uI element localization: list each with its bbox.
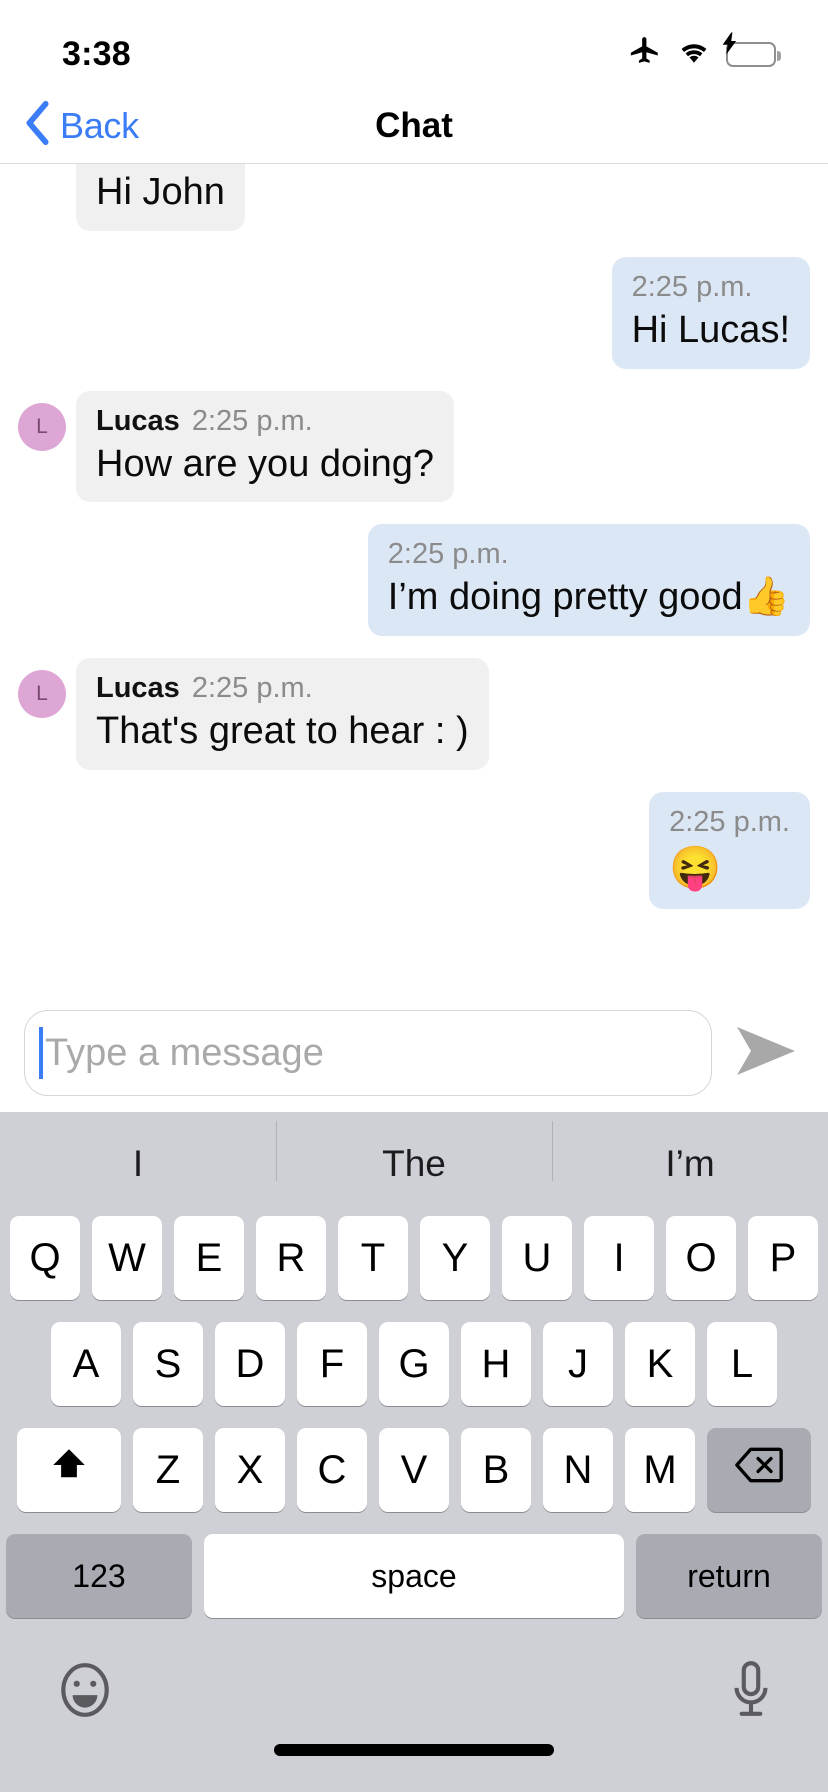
message-list[interactable]: Hi John 2:25 p.m. Hi Lucas! L Lucas 2:25 p.m.… xyxy=(0,164,828,994)
message-bubble[interactable]: Lucas 2:25 p.m. That's great to hear : ) xyxy=(76,658,489,771)
send-button[interactable] xyxy=(730,1016,804,1090)
key-r[interactable]: R xyxy=(256,1216,326,1300)
key-h[interactable]: H xyxy=(461,1322,531,1406)
message-composer: Type a message xyxy=(0,994,828,1112)
home-indicator[interactable] xyxy=(274,1744,554,1756)
message-text: Hi John xyxy=(96,171,225,213)
shift-key[interactable] xyxy=(17,1428,121,1512)
back-button-label: Back xyxy=(60,104,139,146)
message-timestamp: 2:25 p.m. xyxy=(669,806,790,839)
key-m[interactable]: M xyxy=(625,1428,695,1512)
space-key[interactable]: space xyxy=(204,1534,624,1618)
message-row: 2:25 p.m. Hi Lucas! xyxy=(18,256,810,369)
avatar[interactable]: L xyxy=(18,670,66,719)
key-p[interactable]: P xyxy=(748,1216,818,1300)
key-s[interactable]: S xyxy=(133,1322,203,1406)
return-key[interactable]: return xyxy=(636,1534,822,1618)
predictive-text-bar: I The I’m xyxy=(0,1112,828,1216)
airplane-mode-icon xyxy=(628,35,662,74)
key-l[interactable]: L xyxy=(707,1322,777,1406)
key-f[interactable]: F xyxy=(297,1322,367,1406)
key-z[interactable]: Z xyxy=(133,1428,203,1512)
key-q[interactable]: Q xyxy=(10,1216,80,1300)
dictation-button[interactable] xyxy=(728,1659,774,1726)
microphone-icon xyxy=(728,1659,774,1726)
home-indicator-area xyxy=(0,1744,828,1792)
key-a[interactable]: A xyxy=(51,1322,121,1406)
key-i[interactable]: I xyxy=(584,1216,654,1300)
message-row: 2:25 p.m. I’m doing pretty good👍 xyxy=(18,524,810,637)
avatar[interactable]: L xyxy=(18,402,66,451)
keyboard-row-4: 123 space return xyxy=(0,1534,828,1618)
status-bar: 3:38 xyxy=(0,0,828,88)
message-row: Hi John xyxy=(18,164,810,231)
numeric-mode-key[interactable]: 123 xyxy=(6,1534,192,1618)
message-meta: 2:25 p.m. xyxy=(632,271,790,304)
message-bubble[interactable]: Lucas 2:25 p.m. How are you doing? xyxy=(76,390,454,503)
key-d[interactable]: D xyxy=(215,1322,285,1406)
keyboard-row-2: ASDFGHJKL xyxy=(0,1322,828,1406)
message-timestamp: 2:25 p.m. xyxy=(387,538,509,571)
message-meta: 2:25 p.m. xyxy=(669,806,790,839)
message-text: I’m doing pretty good👍 xyxy=(387,576,790,619)
prediction-item-1[interactable]: I xyxy=(0,1143,276,1185)
message-meta: Lucas 2:25 p.m. xyxy=(96,672,469,705)
key-y[interactable]: Y xyxy=(420,1216,490,1300)
back-button[interactable]: Back xyxy=(0,100,139,151)
message-text: Hi Lucas! xyxy=(631,308,790,351)
keyboard-row-3: ZXCVBNM xyxy=(0,1428,828,1512)
key-x[interactable]: X xyxy=(215,1428,285,1512)
chevron-left-icon xyxy=(24,100,52,151)
message-timestamp: 2:25 p.m. xyxy=(191,404,313,437)
message-row: L Lucas 2:25 p.m. That's great to hear : ) xyxy=(18,658,810,771)
status-bar-clock: 3:38 xyxy=(62,34,131,73)
keyboard-bottom-bar xyxy=(0,1640,828,1744)
key-n[interactable]: N xyxy=(543,1428,613,1512)
message-timestamp: 2:25 p.m. xyxy=(631,270,753,303)
message-meta: Lucas 2:25 p.m. xyxy=(96,405,434,438)
key-k[interactable]: K xyxy=(625,1322,695,1406)
battery-charging-icon xyxy=(722,32,781,67)
shift-up-arrow-icon xyxy=(48,1444,90,1496)
message-row: 2:25 p.m. 😝 xyxy=(18,792,810,909)
phone-screen: 3:38 Back Chat Hi John 2:25 p.m. Hi Luca… xyxy=(0,0,828,1792)
key-e[interactable]: E xyxy=(174,1216,244,1300)
message-sender: Lucas xyxy=(96,404,180,437)
message-bubble[interactable]: 2:25 p.m. 😝 xyxy=(649,792,810,909)
message-bubble[interactable]: 2:25 p.m. I’m doing pretty good👍 xyxy=(367,524,810,637)
smiley-face-icon xyxy=(54,1659,116,1726)
key-c[interactable]: C xyxy=(297,1428,367,1512)
on-screen-keyboard: I The I’m QWERTYUIOP ASDFGHJKL ZXCVBNM 123 xyxy=(0,1112,828,1792)
key-b[interactable]: B xyxy=(461,1428,531,1512)
emoji-keyboard-button[interactable] xyxy=(54,1659,116,1726)
key-u[interactable]: U xyxy=(502,1216,572,1300)
key-w[interactable]: W xyxy=(92,1216,162,1300)
message-timestamp: 2:25 p.m. xyxy=(191,672,313,705)
status-bar-icons xyxy=(628,32,781,74)
key-t[interactable]: T xyxy=(338,1216,408,1300)
message-row: L Lucas 2:25 p.m. How are you doing? xyxy=(18,390,810,503)
backspace-icon xyxy=(735,1446,783,1494)
backspace-key[interactable] xyxy=(707,1428,811,1512)
key-g[interactable]: G xyxy=(379,1322,449,1406)
key-o[interactable]: O xyxy=(666,1216,736,1300)
navigation-bar: Back Chat xyxy=(0,88,828,164)
message-bubble[interactable]: Hi John xyxy=(76,164,245,231)
message-text: That's great to hear : ) xyxy=(96,710,469,753)
send-arrow-icon xyxy=(735,1025,799,1082)
message-text: How are you doing? xyxy=(96,442,434,485)
wifi-icon xyxy=(676,38,712,71)
keyboard-row-1: QWERTYUIOP xyxy=(0,1216,828,1300)
prediction-item-3[interactable]: I’m xyxy=(552,1121,828,1185)
message-meta: 2:25 p.m. xyxy=(388,538,790,571)
message-sender: Lucas xyxy=(96,672,180,705)
message-text: 😝 xyxy=(669,844,722,892)
message-input[interactable]: Type a message xyxy=(24,1010,712,1096)
prediction-item-2[interactable]: The xyxy=(276,1121,552,1185)
key-v[interactable]: V xyxy=(379,1428,449,1512)
message-input-placeholder: Type a message xyxy=(45,1031,324,1074)
message-bubble[interactable]: 2:25 p.m. Hi Lucas! xyxy=(611,256,810,369)
key-j[interactable]: J xyxy=(543,1322,613,1406)
